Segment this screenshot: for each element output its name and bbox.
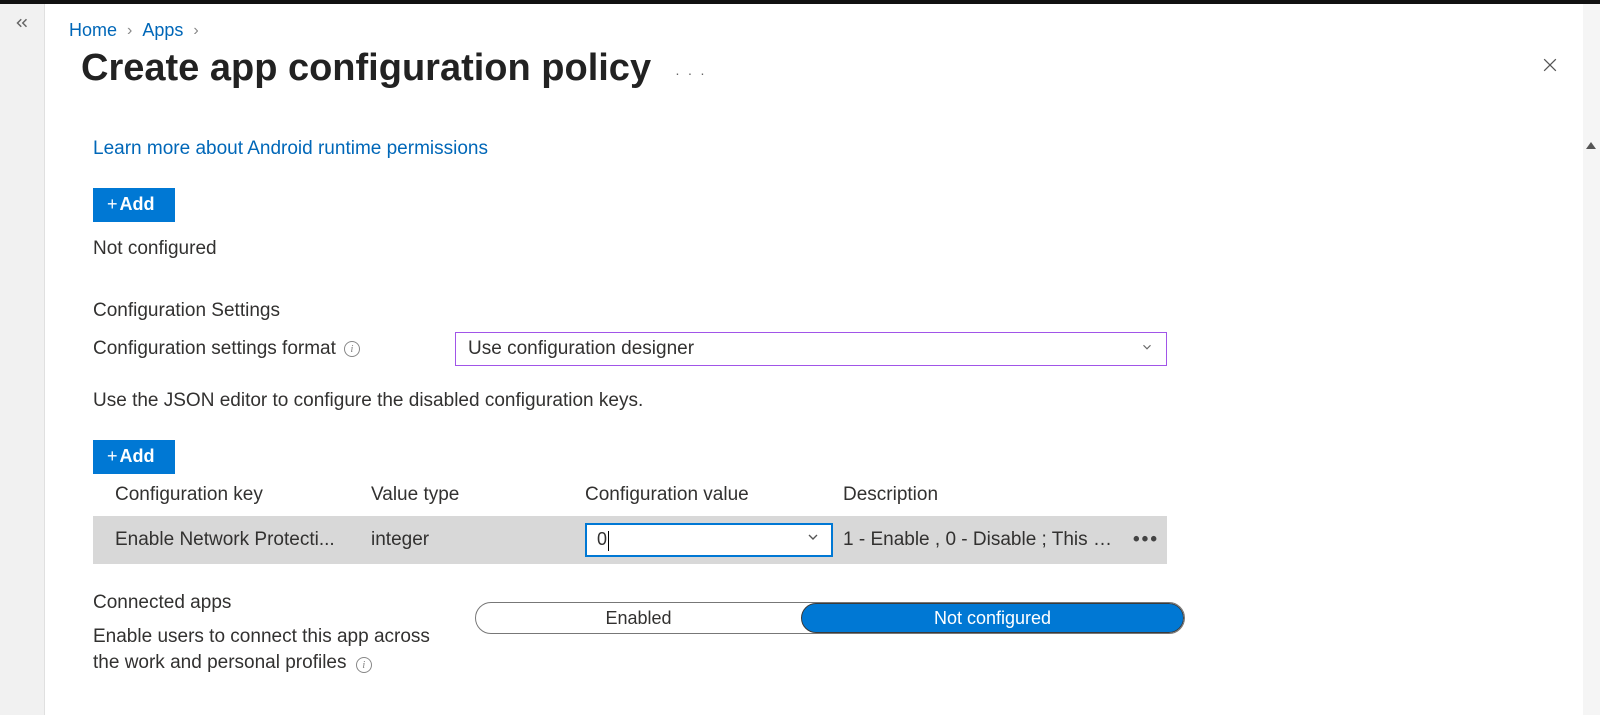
config-format-label: Configuration settings format: [93, 338, 336, 360]
expand-sidebar-icon[interactable]: [13, 19, 31, 36]
page-title: Create app configuration policy: [81, 47, 651, 90]
chevron-right-icon: ›: [193, 22, 198, 40]
close-icon: [1540, 55, 1560, 75]
chevron-right-icon: ›: [127, 22, 132, 40]
config-table: Configuration key Value type Configurati…: [93, 474, 1167, 564]
cell-value-type: integer: [371, 529, 585, 551]
add-permission-button[interactable]: +Add: [93, 188, 175, 222]
info-icon[interactable]: i: [344, 341, 360, 357]
cell-config-key: Enable Network Protecti...: [115, 529, 371, 551]
config-format-value: Use configuration designer: [468, 338, 694, 360]
check-icon: [805, 529, 821, 551]
table-row: Enable Network Protecti... integer 0 1 -…: [93, 516, 1167, 564]
config-format-select[interactable]: Use configuration designer: [455, 332, 1167, 366]
toggle-option-not-configured[interactable]: Not configured: [801, 603, 1184, 633]
table-header: Configuration key Value type Configurati…: [93, 474, 1167, 516]
collapsed-sidebar[interactable]: [0, 4, 45, 715]
breadcrumb-home[interactable]: Home: [69, 20, 117, 41]
row-actions-button[interactable]: •••: [1125, 529, 1167, 551]
col-description: Description: [843, 484, 1167, 506]
scroll-up-icon: [1586, 142, 1596, 149]
more-actions-button[interactable]: · · ·: [675, 65, 707, 81]
config-helper-text: Use the JSON editor to configure the dis…: [93, 390, 1225, 412]
main-panel: Home › Apps › Create app configuration p…: [45, 4, 1600, 715]
info-icon[interactable]: i: [356, 657, 372, 673]
chevron-down-icon: [1140, 338, 1154, 360]
vertical-scrollbar[interactable]: [1583, 4, 1600, 715]
breadcrumb-apps[interactable]: Apps: [142, 20, 183, 41]
learn-more-link[interactable]: Learn more about Android runtime permiss…: [93, 138, 488, 160]
permissions-status: Not configured: [93, 238, 1225, 260]
config-settings-heading: Configuration Settings: [93, 300, 1225, 322]
breadcrumb: Home › Apps ›: [45, 4, 1600, 47]
toggle-option-enabled[interactable]: Enabled: [476, 603, 801, 633]
cell-description: 1 - Enable , 0 - Disable ; This se...: [843, 529, 1125, 551]
col-config-value: Configuration value: [585, 484, 843, 506]
connected-apps-heading: Connected apps: [93, 592, 433, 614]
col-value-type: Value type: [371, 484, 585, 506]
close-button[interactable]: [1540, 55, 1560, 80]
plus-icon: +: [107, 194, 118, 215]
connected-apps-toggle[interactable]: Enabled Not configured: [475, 602, 1185, 634]
config-value-input[interactable]: 0: [585, 523, 833, 557]
connected-apps-desc: Enable users to connect this app across …: [93, 626, 430, 673]
plus-icon: +: [107, 446, 118, 467]
col-config-key: Configuration key: [115, 484, 371, 506]
add-config-key-button[interactable]: +Add: [93, 440, 175, 474]
